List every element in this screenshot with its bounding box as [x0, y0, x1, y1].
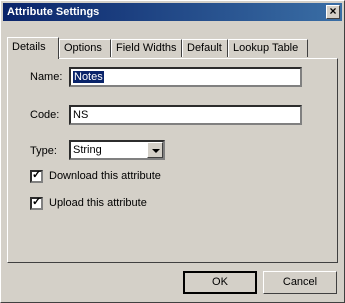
code-field[interactable]: NS — [69, 105, 302, 125]
title-bar[interactable]: Attribute Settings × — [3, 3, 342, 21]
tab-field-widths[interactable]: Field Widths — [111, 39, 182, 57]
tab-details[interactable]: Details — [7, 37, 59, 59]
upload-label: Upload this attribute — [49, 197, 147, 209]
type-dropdown-value: String — [73, 144, 102, 156]
tab-lookup-table[interactable]: Lookup Table — [228, 39, 308, 57]
tab-default[interactable]: Default — [182, 39, 228, 57]
code-field-value: NS — [73, 109, 89, 121]
code-label: Code: — [30, 109, 60, 121]
attribute-settings-dialog: Attribute Settings × Details Options Fie… — [0, 0, 345, 303]
dialog-title: Attribute Settings — [7, 6, 100, 18]
type-dropdown[interactable]: String — [69, 140, 165, 160]
cancel-button[interactable]: Cancel — [263, 271, 337, 294]
upload-checkbox[interactable]: ✓ — [30, 196, 43, 210]
download-checkbox[interactable]: ✓ — [30, 169, 43, 183]
close-icon: × — [329, 4, 337, 18]
checkmark-icon: ✓ — [32, 169, 42, 181]
tab-options[interactable]: Options — [59, 39, 111, 57]
checkmark-icon: ✓ — [32, 196, 42, 208]
ok-button[interactable]: OK — [183, 271, 257, 294]
name-field-value: Notes — [73, 71, 104, 83]
type-label: Type: — [30, 145, 57, 157]
chevron-down-icon[interactable] — [147, 142, 163, 158]
name-field[interactable]: Notes — [69, 67, 302, 87]
details-panel: Name: Notes Code: NS Type: String ✓ Down… — [7, 58, 338, 263]
name-label: Name: — [30, 71, 63, 83]
download-label: Download this attribute — [49, 170, 161, 182]
close-button[interactable]: × — [326, 5, 340, 19]
